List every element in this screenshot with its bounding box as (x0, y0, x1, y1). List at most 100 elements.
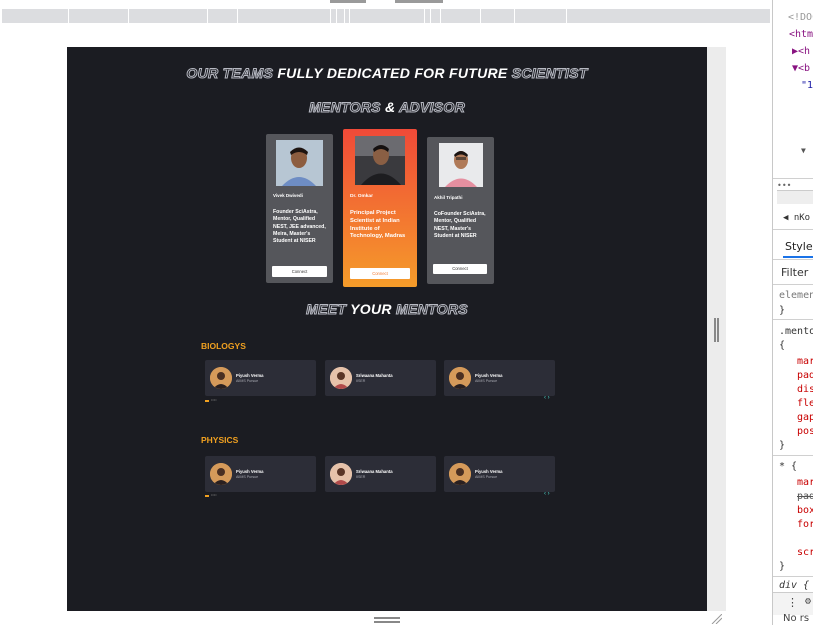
mentor-avatar (449, 463, 471, 485)
person-silhouette-icon (276, 140, 323, 186)
mentor-role: IISER (356, 475, 366, 479)
heading-mentors-2: MENTORS (396, 301, 469, 318)
ellipsis-icon[interactable]: ••• (777, 181, 791, 190)
ruler-marker (395, 0, 443, 3)
resize-corner-icon[interactable] (710, 614, 722, 624)
connect-button[interactable]: Connect (433, 264, 487, 274)
person-avatar-icon (210, 367, 232, 389)
category-title-physics: PHYSICS (201, 435, 239, 445)
ruler-segment (237, 9, 238, 23)
person-silhouette-icon (355, 136, 405, 185)
dom-expand-arrow-icon[interactable]: ▼ (801, 146, 806, 155)
styles-tab[interactable]: Styles (785, 240, 813, 253)
mentor-name: Vivek Dwivedi (273, 193, 303, 198)
mentor-description: CoFounder SciAstra, Mentor, Qualified NE… (434, 211, 486, 239)
resize-handle-bottom[interactable] (374, 617, 400, 623)
pagination-dots[interactable]: •••• (211, 492, 217, 497)
style-rule-brace: } (779, 305, 786, 316)
heading-mentors: MENTORS (308, 99, 381, 116)
pagination-dot-active[interactable] (205, 400, 209, 402)
styles-filter-input[interactable]: Filter (781, 266, 808, 279)
dom-line-body[interactable]: ▼<b (792, 63, 810, 74)
mentor-slide[interactable]: Piyush Verma AIIMS Pursue (444, 456, 555, 492)
mentor-description: Founder SciAstra, Mentor, Qualified NEST… (273, 209, 326, 245)
divider (773, 178, 813, 179)
meet-mentors-heading: MEET YOUR MENTORS (67, 301, 707, 318)
mentor-name: Sriwaana Mahanta (356, 469, 393, 474)
mentor-avatar (449, 367, 471, 389)
ruler-segment (440, 9, 441, 23)
style-rule-selector[interactable]: .mento (779, 326, 813, 337)
mentor-name: Akhil Tripathi (434, 195, 463, 200)
slider-nav-arrows[interactable]: ‹ › (544, 491, 550, 497)
heading-meet: MEET (306, 301, 347, 318)
mentor-card-vivek: Vivek Dwivedi Founder SciAstra, Mentor, … (266, 134, 333, 283)
connect-button[interactable]: Connect (350, 268, 410, 279)
style-property[interactable]: gap (797, 412, 813, 423)
resize-handle-right[interactable] (714, 318, 719, 342)
heading-your: YOUR (350, 301, 392, 317)
mentor-slide[interactable]: Sriwaana Mahanta IISER (325, 456, 436, 492)
divider (773, 284, 813, 285)
ruler-segment (336, 9, 337, 23)
heading-ampersand: & (385, 99, 396, 115)
category-title-biology: BIOLOGYS (201, 341, 246, 351)
dom-line-text[interactable]: "1 (801, 80, 813, 91)
settings-icon[interactable]: ⚙ (805, 596, 811, 607)
style-rule-selector[interactable]: * { (779, 461, 797, 472)
mentors-advisor-heading: MENTORS & ADVISOR (67, 99, 707, 116)
mentor-photo (439, 143, 483, 187)
style-rule-selector[interactable]: elemen (779, 290, 813, 301)
dom-line-head[interactable]: ▶<h (792, 46, 810, 57)
style-property[interactable]: dis (797, 384, 813, 395)
mentor-name: Piyush Verma (236, 469, 264, 474)
person-silhouette-icon (439, 143, 483, 187)
breadcrumb-tab[interactable]: ◀ nKo (783, 213, 810, 223)
divider (773, 576, 813, 577)
ruler-segment (128, 9, 129, 23)
devtools-horizontal-scrollbar[interactable] (777, 190, 813, 204)
team-heading: OUR TEAMS FULLY DEDICATED FOR FUTURE SCI… (67, 65, 707, 82)
ruler-segment (330, 9, 331, 23)
no-results-text: No rs (783, 613, 810, 624)
pagination-dots[interactable]: •••• (211, 397, 217, 402)
dom-line-doctype[interactable]: <!DOC (788, 12, 813, 23)
style-property-overridden[interactable]: pad (797, 491, 813, 502)
heading-scientist: SCIENTIST (511, 65, 588, 82)
dom-line-html[interactable]: <htm (789, 29, 813, 40)
mentor-role: AIIMS Pursue (236, 475, 259, 479)
ruler-segment (68, 9, 69, 23)
style-property[interactable]: pad (797, 370, 813, 381)
mentor-slide[interactable]: Piyush Verma AIIMS Pursue (205, 360, 316, 396)
style-property[interactable]: box (797, 505, 813, 516)
style-property[interactable]: scr (797, 547, 813, 558)
person-avatar-icon (210, 463, 232, 485)
ruler-segment (514, 9, 515, 23)
media-query-bar[interactable] (2, 9, 770, 23)
mentor-avatar (330, 367, 352, 389)
mentor-slide[interactable]: Sriwaana Mahanta IISER (325, 360, 436, 396)
connect-button[interactable]: Connect (272, 266, 327, 277)
mentor-card-akhil: Akhil Tripathi CoFounder SciAstra, Mento… (427, 137, 494, 284)
divider (773, 319, 813, 320)
mentor-card-omkar: Dr. Omkar Principal Project Scientist at… (343, 129, 417, 287)
kebab-menu-icon[interactable]: ⋮ (787, 596, 798, 609)
mentor-description: Principal Project Scientist at Indian In… (350, 210, 406, 240)
style-property[interactable]: fle (797, 398, 813, 409)
mentor-slide[interactable]: Piyush Verma AIIMS Pursue (444, 360, 555, 396)
mentor-avatar (210, 463, 232, 485)
style-rule-brace: } (779, 561, 786, 572)
divider (773, 259, 813, 260)
mentor-slide[interactable]: Piyush Verma AIIMS Pursue (205, 456, 316, 492)
pagination-dot-active[interactable] (205, 495, 209, 497)
slider-nav-arrows[interactable]: ‹ › (544, 395, 550, 401)
devtools-panel: <!DOC <htm ▶<h ▼<b "1 ▼ ••• ◀ nKo Styles… (772, 0, 813, 625)
style-property[interactable]: for (797, 519, 813, 530)
style-rule-brace: { (779, 340, 786, 351)
style-property[interactable]: mar (797, 477, 813, 488)
style-property[interactable]: pos (797, 426, 813, 437)
divider (773, 455, 813, 456)
mentor-name: Piyush Verma (236, 373, 264, 378)
style-rule-selector[interactable]: div { (779, 580, 809, 591)
style-property[interactable]: mar (797, 356, 813, 367)
